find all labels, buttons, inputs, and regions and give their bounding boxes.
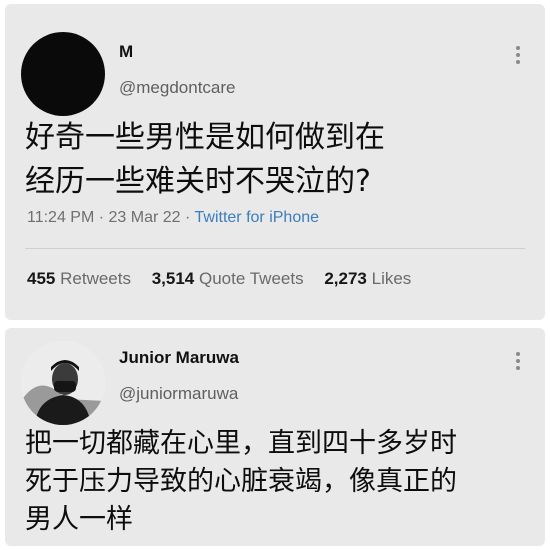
- meta-separator: ·: [98, 209, 109, 226]
- tweet-meta: 11:24 PM · 23 Mar 22 · Twitter for iPhon…: [27, 209, 319, 227]
- retweets-stat[interactable]: 455 Retweets: [27, 269, 136, 288]
- tweet-text-line: 好奇一些男性是如何做到在: [25, 120, 385, 155]
- tweet-text-line: 男人一样: [25, 504, 133, 535]
- avatar[interactable]: [21, 32, 105, 116]
- tweet-text: 好奇一些男性是如何做到在 经历一些难关时不哭泣的?: [25, 116, 531, 204]
- tweet-card-megdontcare[interactable]: M @megdontcare 好奇一些男性是如何做到在 经历一些难关时不哭泣的?…: [5, 4, 545, 320]
- tweet-source[interactable]: Twitter for iPhone: [195, 209, 320, 226]
- tweet-text-line: 经历一些难关时不哭泣的?: [25, 164, 371, 199]
- tweet-text-line: 把一切都藏在心里，直到四十多岁时: [25, 428, 457, 459]
- quote-tweets-label: Quote Tweets: [199, 269, 304, 288]
- tweet-date[interactable]: 23 Mar 22: [109, 209, 181, 226]
- likes-label: Likes: [371, 269, 412, 288]
- likes-stat[interactable]: 2,273 Likes: [324, 269, 411, 288]
- quote-tweets-stat[interactable]: 3,514 Quote Tweets: [152, 269, 309, 288]
- display-name[interactable]: M: [119, 42, 133, 62]
- tweet-card-juniormaruwa[interactable]: Junior Maruwa @juniormaruwa 把一切都藏在心里，直到四…: [5, 328, 545, 546]
- tweet-stats: 455 Retweets 3,514 Quote Tweets 2,273 Li…: [27, 269, 427, 289]
- tweet-text: 把一切都藏在心里，直到四十多岁时 死于压力导致的心脏衰竭，像真正的 男人一样: [25, 425, 531, 539]
- display-name[interactable]: Junior Maruwa: [119, 348, 239, 368]
- quote-tweets-count: 3,514: [151, 269, 195, 288]
- retweets-count: 455: [27, 269, 56, 288]
- more-vertical-icon[interactable]: [516, 352, 520, 370]
- likes-count: 2,273: [324, 269, 367, 288]
- user-handle[interactable]: @megdontcare: [119, 78, 236, 98]
- more-vertical-icon[interactable]: [516, 46, 520, 64]
- meta-separator: ·: [185, 209, 195, 226]
- tweet-text-line: 死于压力导致的心脏衰竭，像真正的: [25, 466, 457, 497]
- retweets-label: Retweets: [60, 269, 131, 288]
- user-handle[interactable]: @juniormaruwa: [119, 384, 238, 404]
- avatar-photo: [21, 341, 105, 425]
- tweet-time[interactable]: 11:24 PM: [27, 209, 94, 226]
- divider: [25, 248, 525, 249]
- avatar[interactable]: [21, 341, 105, 425]
